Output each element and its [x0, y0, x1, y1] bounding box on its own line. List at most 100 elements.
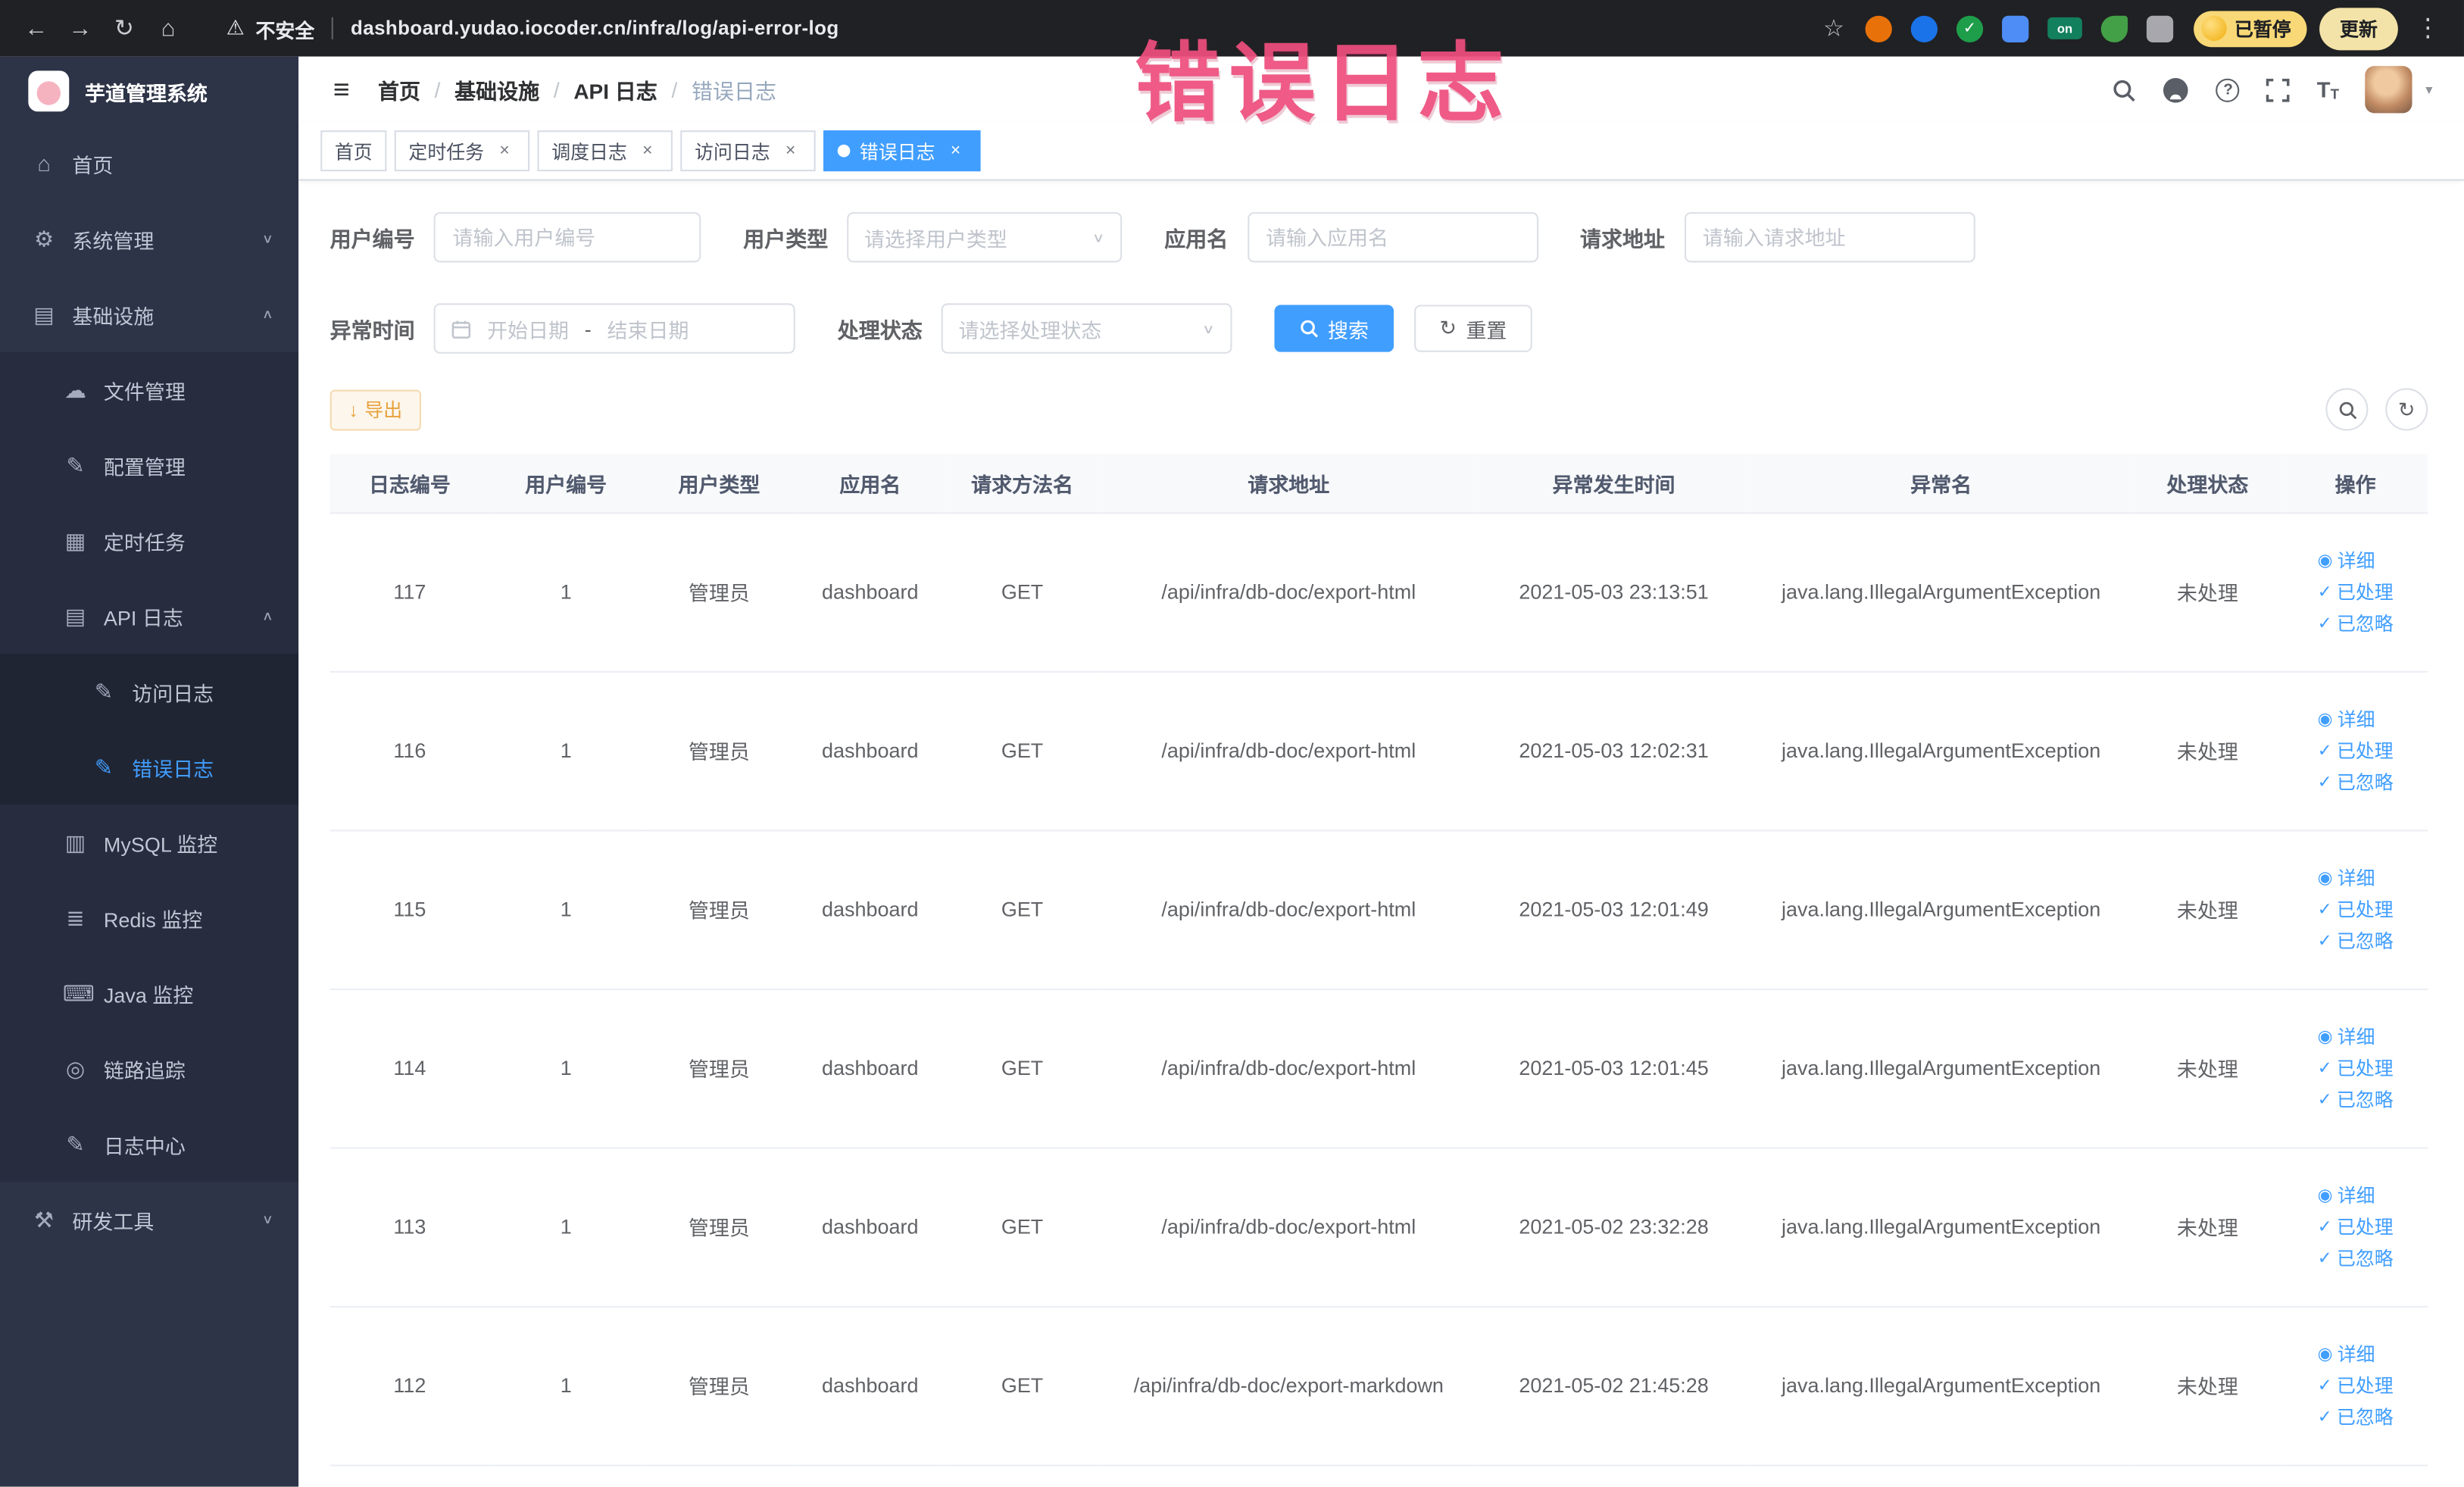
edit-icon: ✎ — [94, 678, 114, 704]
chevron-up-icon: ∧ — [261, 609, 273, 623]
fullscreen-icon[interactable] — [2266, 77, 2291, 102]
user-id-input[interactable] — [433, 212, 701, 263]
breadcrumb-separator: / — [553, 77, 560, 102]
sidebar-item-dev-tools[interactable]: ⚒ 研发工具 ∨ — [0, 1182, 298, 1257]
sidebar-item-java-monitor[interactable]: ⌨ Java 监控 — [0, 955, 298, 1031]
avatar-caret-icon[interactable]: ▾ — [2425, 81, 2432, 98]
processed-action-link[interactable]: ✓ 已处理 — [2318, 1054, 2394, 1081]
processed-action-link[interactable]: ✓ 已处理 — [2318, 578, 2394, 604]
tab-label: 定时任务 — [408, 140, 485, 163]
help-icon[interactable]: ? — [2216, 77, 2241, 102]
sidebar-item-file-management[interactable]: ☁ 文件管理 — [0, 352, 298, 428]
cell-user-id: 1 — [489, 1147, 643, 1307]
browser-menu-icon[interactable]: ⋮ — [2407, 8, 2448, 48]
table-row: 114 1 管理员 dashboard GET /api/infra/db-do… — [329, 988, 2428, 1148]
ignored-action-link[interactable]: ✓ 已忽略 — [2318, 1404, 2394, 1430]
request-url-input[interactable] — [1683, 212, 1975, 263]
sidebar-item-system-management[interactable]: ⚙ 系统管理 ∨ — [0, 201, 298, 277]
sidebar-item-api-log[interactable]: ▤ API 日志 ∧ — [0, 578, 298, 654]
browser-update-button[interactable]: 更新 — [2319, 7, 2398, 50]
sidebar-item-home[interactable]: ⌂ 首页 — [0, 126, 298, 201]
close-icon[interactable]: × — [779, 140, 801, 162]
sidebar-item-scheduled-jobs[interactable]: ▦ 定时任务 — [0, 503, 298, 579]
bookmark-star-icon[interactable]: ☆ — [1813, 8, 1854, 48]
menu-fold-icon[interactable]: ≡ — [333, 73, 350, 106]
action-label: 详细 — [2337, 708, 2375, 731]
close-icon[interactable]: × — [636, 140, 658, 162]
refresh-icon: ↻ — [1439, 315, 1457, 340]
processed-action-link[interactable]: ✓ 已处理 — [2318, 896, 2394, 923]
cell-user-id: 1 — [489, 670, 643, 831]
exception-time-range-picker[interactable]: 开始日期 - 结束日期 — [433, 303, 795, 354]
breadcrumb-home[interactable]: 首页 — [378, 74, 420, 105]
filter-row-1: 用户编号 用户类型 请选择用户类型 ∨ 应用名 — [330, 212, 2428, 263]
ignored-action-link[interactable]: ✓ 已忽略 — [2318, 768, 2394, 795]
sidebar-item-label: MySQL 监控 — [103, 832, 218, 856]
extension-on-badge[interactable]: on — [2047, 17, 2082, 39]
extension-icon[interactable] — [1910, 14, 1938, 42]
processed-action-link[interactable]: ✓ 已处理 — [2318, 737, 2394, 764]
check-icon: ✓ — [2317, 932, 2332, 951]
ignored-action-link[interactable]: ✓ 已忽略 — [2318, 927, 2394, 954]
user-type-label: 用户类型 — [743, 227, 829, 251]
user-type-select[interactable]: 请选择用户类型 ∨ — [847, 212, 1123, 263]
chevron-down-icon: ∨ — [261, 1212, 273, 1227]
ignored-action-link[interactable]: ✓ 已忽略 — [2318, 1086, 2394, 1113]
sidebar-item-infrastructure[interactable]: ▤ 基础设施 ∧ — [0, 276, 298, 352]
detail-action-link[interactable]: ◉ 详细 — [2318, 705, 2375, 732]
sidebar-item-access-log[interactable]: ✎ 访问日志 — [0, 654, 298, 729]
user-avatar[interactable] — [2366, 66, 2413, 114]
sidebar-item-redis-monitor[interactable]: ≣ Redis 监控 — [0, 880, 298, 956]
export-button[interactable]: ↓ 导出 — [329, 389, 422, 430]
breadcrumb-api-log[interactable]: API 日志 — [573, 74, 657, 105]
paused-badge[interactable]: 已暂停 — [2194, 10, 2307, 47]
cell-exception-time: 2021-05-03 12:02:31 — [1477, 670, 1750, 831]
cell-log-id: 117 — [329, 512, 490, 672]
sidebar-item-trace[interactable]: ◎ 链路追踪 — [0, 1031, 298, 1107]
close-icon[interactable]: × — [493, 140, 515, 162]
table-refresh-button[interactable]: ↻ — [2385, 388, 2428, 431]
sidebar-item-mysql-monitor[interactable]: ▥ MySQL 监控 — [0, 804, 298, 880]
sidebar-item-config-management[interactable]: ✎ 配置管理 — [0, 427, 298, 503]
reset-button[interactable]: ↻ 重置 — [1414, 305, 1532, 352]
extension-check-icon[interactable]: ✓ — [1956, 14, 1984, 42]
extension-puzzle-icon[interactable] — [2146, 14, 2174, 42]
processed-action-link[interactable]: ✓ 已处理 — [2318, 1214, 2394, 1240]
tab-error-log[interactable]: 错误日志 × — [823, 130, 981, 172]
address-bar[interactable]: ⚠ 不安全 dashboard.yudao.iocoder.cn/infra/l… — [208, 6, 1794, 50]
sidebar-item-log-center[interactable]: ✎ 日志中心 — [0, 1107, 298, 1182]
processed-action-link[interactable]: ✓ 已处理 — [2318, 1372, 2394, 1398]
app-name-input[interactable] — [1247, 212, 1538, 263]
detail-action-link[interactable]: ◉ 详细 — [2318, 547, 2375, 573]
browser-back-icon[interactable]: ← — [16, 8, 57, 48]
ignored-action-link[interactable]: ✓ 已忽略 — [2318, 1245, 2394, 1271]
ignored-action-link[interactable]: ✓ 已忽略 — [2318, 610, 2394, 636]
breadcrumb-infrastructure[interactable]: 基础设施 — [454, 74, 539, 105]
browser-home-icon[interactable]: ⌂ — [148, 8, 189, 48]
search-button[interactable]: 搜索 — [1274, 305, 1394, 352]
table-search-toggle-button[interactable] — [2325, 388, 2369, 431]
infrastructure-submenu: ☁ 文件管理 ✎ 配置管理 ▦ 定时任务 ▤ API 日志 ∧ ✎ 访问日志 ✎… — [0, 351, 299, 1182]
browser-reload-icon[interactable]: ↻ — [104, 8, 145, 48]
detail-action-link[interactable]: ◉ 详细 — [2318, 1023, 2375, 1050]
breadcrumb-error-log: 错误日志 — [691, 80, 777, 104]
search-icon[interactable] — [2113, 78, 2136, 102]
extension-icon[interactable] — [1865, 14, 1892, 42]
browser-forward-icon[interactable]: → — [60, 8, 101, 48]
tab-schedule-log[interactable]: 调度日志 × — [537, 130, 673, 172]
extension-icon[interactable] — [2001, 14, 2029, 42]
check-icon: ✓ — [2317, 900, 2332, 920]
tab-access-log[interactable]: 访问日志 × — [680, 130, 816, 172]
detail-action-link[interactable]: ◉ 详细 — [2318, 1341, 2375, 1367]
close-icon[interactable]: × — [945, 140, 967, 162]
github-icon[interactable] — [2163, 77, 2189, 103]
sidebar-item-error-log[interactable]: ✎ 错误日志 — [0, 729, 298, 805]
font-size-icon[interactable]: TT — [2317, 77, 2339, 102]
extension-leaf-icon[interactable] — [2100, 14, 2128, 42]
detail-action-link[interactable]: ◉ 详细 — [2318, 864, 2375, 891]
tab-home[interactable]: 首页 — [320, 130, 387, 172]
table-row: 117 1 管理员 dashboard GET /api/infra/db-do… — [329, 512, 2428, 672]
detail-action-link[interactable]: ◉ 详细 — [2318, 1182, 2375, 1208]
tab-scheduled-jobs[interactable]: 定时任务 × — [394, 130, 530, 172]
process-status-select[interactable]: 请选择处理状态 ∨ — [941, 303, 1232, 354]
